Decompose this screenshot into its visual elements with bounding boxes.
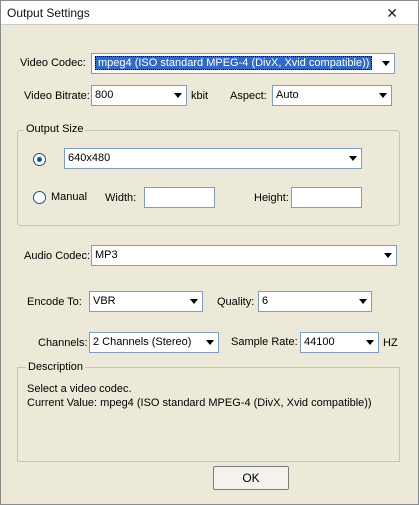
audio-codec-value: MP3 bbox=[95, 249, 118, 261]
audio-codec-select[interactable]: MP3 bbox=[91, 245, 397, 266]
encode-to-value: VBR bbox=[93, 295, 116, 307]
description-line-1: Select a video codec. bbox=[27, 383, 132, 395]
output-size-group-label: Output Size bbox=[24, 123, 86, 135]
height-label: Height: bbox=[254, 192, 289, 204]
sample-rate-unit-label: HZ bbox=[383, 337, 398, 349]
chevron-down-icon[interactable] bbox=[201, 333, 218, 352]
encode-to-label: Encode To: bbox=[27, 296, 82, 308]
chevron-down-icon[interactable] bbox=[374, 86, 391, 105]
video-codec-label: Video Codec: bbox=[20, 57, 86, 69]
description-line-2: Current Value: mpeg4 (ISO standard MPEG-… bbox=[27, 397, 372, 409]
aspect-label: Aspect: bbox=[230, 90, 267, 102]
height-input[interactable] bbox=[291, 187, 362, 208]
sample-rate-label: Sample Rate: bbox=[231, 336, 298, 348]
video-codec-value: mpeg4 (ISO standard MPEG-4 (DivX, Xvid c… bbox=[95, 56, 373, 70]
sample-rate-value: 44100 bbox=[304, 336, 335, 348]
output-settings-dialog: Output Settings ✕ Video Codec: mpeg4 (IS… bbox=[0, 0, 419, 505]
bitrate-unit-label: kbit bbox=[191, 90, 209, 102]
quality-select[interactable]: 6 bbox=[258, 291, 372, 312]
ok-button[interactable]: OK bbox=[213, 466, 289, 490]
aspect-value: Auto bbox=[276, 89, 299, 101]
video-codec-select[interactable]: mpeg4 (ISO standard MPEG-4 (DivX, Xvid c… bbox=[91, 53, 395, 74]
description-group: Description Select a video codec. Curren… bbox=[17, 361, 400, 462]
width-label: Width: bbox=[105, 192, 137, 204]
sample-rate-select[interactable]: 44100 bbox=[300, 332, 379, 353]
video-bitrate-label: Video Bitrate: bbox=[24, 90, 90, 102]
output-size-select[interactable]: 640x480 bbox=[64, 148, 362, 169]
close-icon[interactable]: ✕ bbox=[386, 5, 398, 22]
audio-codec-label: Audio Codec: bbox=[24, 250, 91, 262]
preset-size-radio[interactable] bbox=[33, 153, 46, 166]
encode-to-select[interactable]: VBR bbox=[89, 291, 203, 312]
video-bitrate-select[interactable]: 800 bbox=[91, 85, 187, 106]
dialog-title: Output Settings bbox=[7, 6, 90, 20]
manual-size-radio[interactable] bbox=[33, 191, 46, 204]
channels-label: Channels: bbox=[38, 337, 88, 349]
chevron-down-icon[interactable] bbox=[354, 292, 371, 311]
aspect-select[interactable]: Auto bbox=[272, 85, 392, 106]
chevron-down-icon[interactable] bbox=[169, 86, 186, 105]
title-bar: Output Settings ✕ bbox=[1, 1, 418, 25]
video-bitrate-value: 800 bbox=[95, 89, 114, 101]
chevron-down-icon[interactable] bbox=[185, 292, 202, 311]
description-group-label: Description bbox=[26, 361, 86, 373]
channels-value: 2 Channels (Stereo) bbox=[93, 336, 192, 348]
chevron-down-icon[interactable] bbox=[379, 246, 396, 265]
chevron-down-icon[interactable] bbox=[361, 333, 378, 352]
output-size-group: Output Size bbox=[17, 123, 400, 226]
manual-label: Manual bbox=[51, 191, 88, 203]
width-input[interactable] bbox=[144, 187, 215, 208]
output-size-value: 640x480 bbox=[68, 152, 111, 164]
chevron-down-icon[interactable] bbox=[344, 149, 361, 168]
channels-select[interactable]: 2 Channels (Stereo) bbox=[89, 332, 219, 353]
quality-value: 6 bbox=[262, 295, 269, 307]
chevron-down-icon[interactable] bbox=[377, 54, 394, 73]
quality-label: Quality: bbox=[217, 296, 255, 308]
